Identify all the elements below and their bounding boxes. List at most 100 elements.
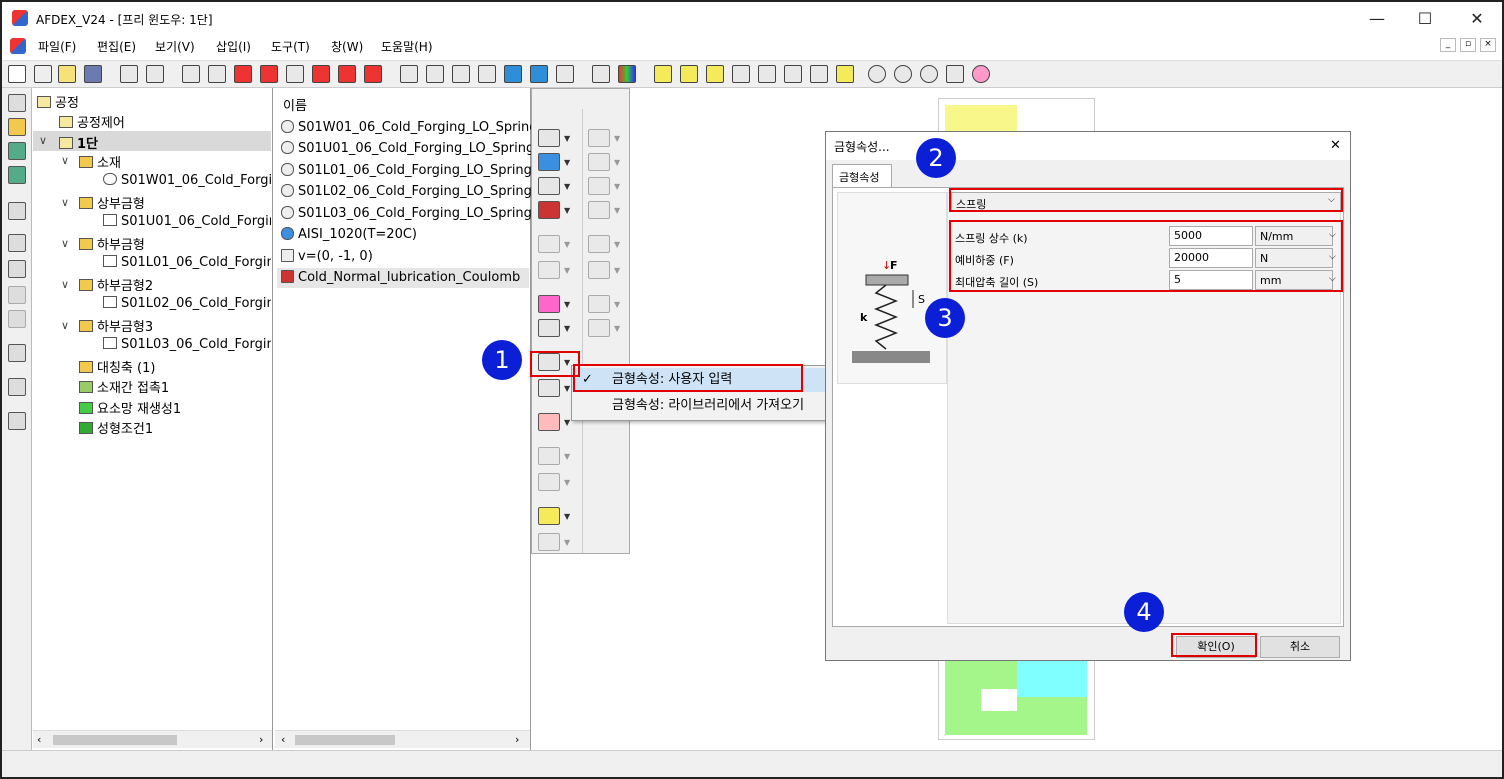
- dropdown-arrow-icon[interactable]: ▼: [564, 206, 570, 215]
- menu-insert[interactable]: 삽입(I): [216, 38, 251, 55]
- cancel-button[interactable]: 취소: [1260, 636, 1340, 658]
- list-item-lubrication[interactable]: Cold_Normal_lubrication_Coulomb: [281, 270, 531, 285]
- view-bottom-icon[interactable]: [312, 65, 330, 83]
- zoom-out-icon[interactable]: [868, 65, 886, 83]
- camera-icon[interactable]: [592, 65, 610, 83]
- list-header[interactable]: 이름: [283, 95, 307, 114]
- mdi-minimize-button[interactable]: _: [1440, 38, 1456, 52]
- mdi-restore-button[interactable]: ▫: [1460, 38, 1476, 52]
- heat-tool-icon[interactable]: [538, 319, 560, 337]
- dropdown-arrow-icon[interactable]: ▼: [564, 300, 570, 309]
- menu-view[interactable]: 보기(V): [155, 38, 195, 55]
- tree-hscrollbar[interactable]: ‹ ›: [33, 730, 272, 748]
- pan-hand-icon[interactable]: [946, 65, 964, 83]
- tree-item-lower-die[interactable]: 하부금형: [79, 234, 145, 253]
- monitor-icon[interactable]: [8, 142, 26, 160]
- tree-item-symmetry[interactable]: 대칭축 (1): [79, 357, 155, 376]
- layout-icon[interactable]: [8, 234, 26, 252]
- view-back-icon[interactable]: [208, 65, 226, 83]
- menu-help[interactable]: 도움말(H): [381, 38, 433, 55]
- chevron-down-icon[interactable]: ∨: [61, 237, 69, 250]
- list-item[interactable]: S01W01_06_Cold_Forging_LO_Spring: [281, 120, 531, 135]
- cube-icon[interactable]: [8, 286, 26, 304]
- view-front-icon[interactable]: [182, 65, 200, 83]
- color-grid-icon[interactable]: [618, 65, 636, 83]
- box-hidden-icon[interactable]: [784, 65, 802, 83]
- menu-item-user-input[interactable]: ✓ 금형속성: 사용자 입력: [572, 368, 826, 392]
- chevron-down-icon[interactable]: ∨: [61, 154, 69, 167]
- chart-icon[interactable]: [8, 344, 26, 362]
- list-item[interactable]: S01L01_06_Cold_Forging_LO_Spring .: [281, 163, 531, 178]
- tree-item-contact[interactable]: 소재간 접촉1: [79, 377, 169, 396]
- zoom-target-icon[interactable]: [972, 65, 990, 83]
- scroll-right-icon[interactable]: ›: [259, 733, 263, 746]
- box-mesh-icon[interactable]: [758, 65, 776, 83]
- list-item[interactable]: AISI_1020(T=20C): [281, 227, 531, 242]
- maximize-button[interactable]: ☐: [1402, 6, 1448, 32]
- die-tool-icon[interactable]: [538, 153, 560, 171]
- dropdown-arrow-icon[interactable]: ▼: [564, 358, 570, 367]
- refresh-icon[interactable]: [504, 65, 522, 83]
- spring-constant-input[interactable]: 5000: [1169, 226, 1253, 246]
- zoom-fit-icon[interactable]: [920, 65, 938, 83]
- render-mesh-icon[interactable]: [478, 65, 496, 83]
- ok-button[interactable]: 확인(O): [1176, 636, 1256, 658]
- new-file-icon[interactable]: [8, 65, 26, 83]
- scroll-right-icon[interactable]: ›: [515, 733, 519, 746]
- menu-tools[interactable]: 도구(T): [271, 38, 310, 55]
- view-left-icon[interactable]: [234, 65, 252, 83]
- tree-item-stage1[interactable]: 1단: [59, 133, 98, 152]
- save-icon[interactable]: [84, 65, 102, 83]
- tree-item-material[interactable]: 소재: [79, 152, 121, 171]
- list-item[interactable]: S01L03_06_Cold_Forging_LO_Spring .: [281, 206, 531, 221]
- tree-item-forming-condition[interactable]: 성형조건1: [79, 418, 153, 437]
- menu-window[interactable]: 창(W): [331, 38, 363, 55]
- menu-file[interactable]: 파일(F): [38, 38, 76, 55]
- view-iso2-icon[interactable]: [364, 65, 382, 83]
- tree-item-lower-die3[interactable]: 하부금형3: [79, 316, 153, 335]
- condition-tool-icon[interactable]: [538, 413, 560, 431]
- chevron-down-icon[interactable]: ∨: [61, 319, 69, 332]
- material-tool-icon[interactable]: [538, 129, 560, 147]
- box-outline-icon[interactable]: [680, 65, 698, 83]
- tree-item-upper-die[interactable]: 상부금형: [79, 193, 145, 212]
- scroll-left-icon[interactable]: ‹: [37, 733, 41, 746]
- chevron-down-icon[interactable]: ∨: [61, 278, 69, 291]
- lubrication-tool-icon[interactable]: [538, 201, 560, 219]
- box-swap-icon[interactable]: [810, 65, 828, 83]
- render-hidden-icon[interactable]: [452, 65, 470, 83]
- hand-icon[interactable]: [8, 118, 26, 136]
- chevron-down-icon[interactable]: ∨: [61, 196, 69, 209]
- tree-item-upper-die-part[interactable]: S01U01_06_Cold_Forgir: [103, 214, 271, 229]
- list-item[interactable]: S01L02_06_Cold_Forging_LO_Spring .: [281, 184, 531, 199]
- tree-item-lower-die3-part[interactable]: S01L03_06_Cold_Forgin: [103, 337, 271, 352]
- tree-icon[interactable]: [8, 94, 26, 112]
- zoom-in-icon[interactable]: [894, 65, 912, 83]
- scroll-thumb[interactable]: [53, 735, 177, 745]
- checklist-icon[interactable]: [8, 412, 26, 430]
- max-compression-unit-select[interactable]: mm: [1255, 270, 1333, 290]
- tree-root[interactable]: 공정: [37, 92, 79, 111]
- preload-unit-select[interactable]: N: [1255, 248, 1333, 268]
- view-top-icon[interactable]: [286, 65, 304, 83]
- die-property-tool-icon[interactable]: [538, 353, 560, 371]
- motion-tool-icon[interactable]: [538, 177, 560, 195]
- boundary-tool-icon[interactable]: [538, 379, 560, 397]
- display-icon[interactable]: [8, 202, 26, 220]
- spring-constant-unit-select[interactable]: N/mm: [1255, 226, 1333, 246]
- render-solid-icon[interactable]: [400, 65, 418, 83]
- export-icon[interactable]: [146, 65, 164, 83]
- tree-item-remesh[interactable]: 요소망 재생성1: [79, 398, 181, 417]
- import-icon[interactable]: [120, 65, 138, 83]
- scroll-left-icon[interactable]: ‹: [281, 733, 285, 746]
- tree-item-material-part[interactable]: S01W01_06_Cold_Forgi: [103, 173, 271, 188]
- view-iso-icon[interactable]: [338, 65, 356, 83]
- tree-item-lower-die-part[interactable]: S01L01_06_Cold_Forgin: [103, 255, 271, 270]
- scroll-thumb[interactable]: [295, 735, 395, 745]
- wrench-icon[interactable]: [556, 65, 574, 83]
- menu-item-from-library[interactable]: 금형속성: 라이브러리에서 가져오기: [572, 394, 826, 418]
- rotate-icon[interactable]: [530, 65, 548, 83]
- measure-icon[interactable]: [8, 310, 26, 328]
- render-wire-icon[interactable]: [426, 65, 444, 83]
- tab-die-property[interactable]: 금형속성: [832, 164, 892, 188]
